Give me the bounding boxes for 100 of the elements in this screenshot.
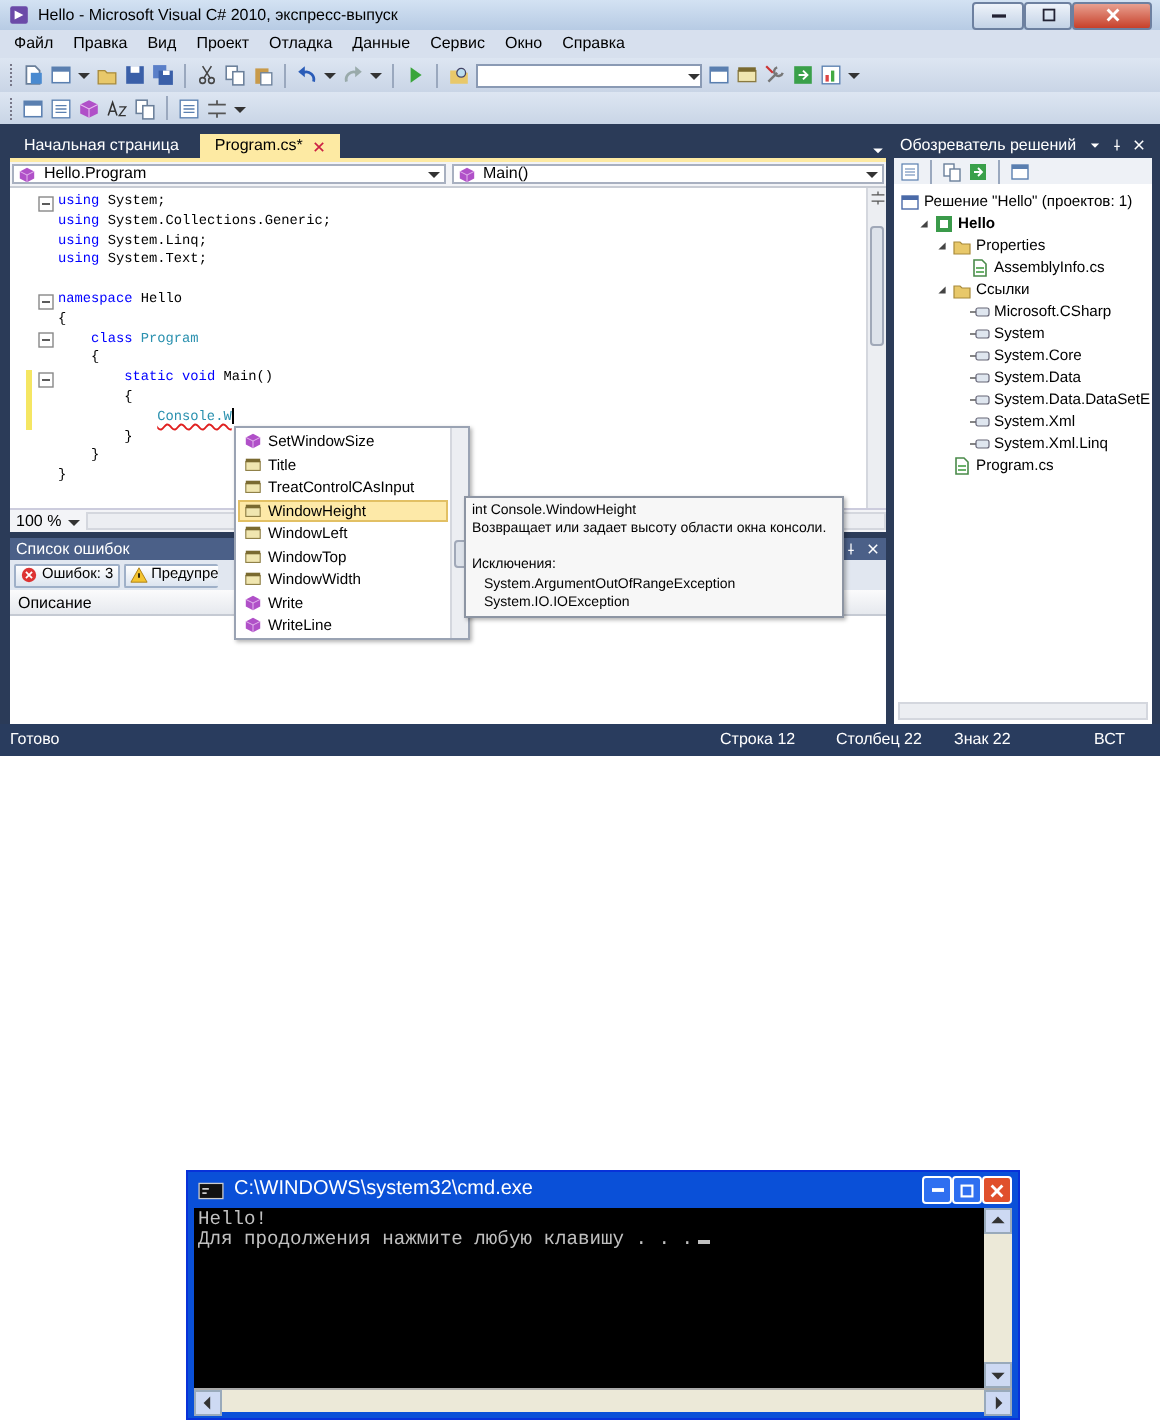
- maximize-button[interactable]: [1024, 1, 1072, 29]
- menu-item[interactable]: Справка: [562, 34, 625, 54]
- property-icon: [244, 570, 262, 589]
- member-dropdown[interactable]: Main(): [451, 164, 884, 184]
- reference-icon: [970, 345, 990, 365]
- tab[interactable]: Program.cs*: [200, 134, 341, 158]
- reference-icon: [970, 433, 990, 453]
- file-icon: [970, 257, 990, 277]
- folder-icon: [952, 235, 972, 255]
- close-icon: [988, 1181, 1006, 1199]
- horizontal-scrollbar[interactable]: [194, 1388, 1012, 1412]
- properties-icon[interactable]: [736, 64, 758, 86]
- collapse-icon[interactable]: [38, 195, 54, 212]
- type-dropdown[interactable]: Hello.Program: [12, 164, 445, 184]
- property-icon: [244, 501, 262, 520]
- warning-icon: [129, 566, 148, 584]
- solution-icon: [900, 191, 920, 211]
- panel-title: Список ошибок: [16, 539, 130, 559]
- folder-icon: [952, 279, 972, 299]
- find-in-files-icon[interactable]: [448, 64, 470, 86]
- file-icon: [952, 455, 972, 475]
- menu-item[interactable]: Правка: [73, 34, 128, 54]
- minimize-icon: [991, 13, 1005, 17]
- show-all-files-icon[interactable]: [942, 161, 962, 181]
- reference-icon: [970, 323, 990, 343]
- tools-icon[interactable]: [764, 64, 786, 86]
- font-size-icon[interactable]: [106, 97, 128, 119]
- comment-icon[interactable]: [178, 97, 200, 119]
- property-icon: [244, 547, 262, 566]
- collapse-icon[interactable]: [38, 332, 54, 349]
- copy-icon[interactable]: [134, 97, 156, 119]
- expanded-arrow-icon[interactable]: [936, 283, 948, 295]
- chart-icon[interactable]: [820, 64, 842, 86]
- window-icon[interactable]: [708, 64, 730, 86]
- menu-item[interactable]: Файл: [14, 34, 54, 54]
- reference-icon: [970, 389, 990, 409]
- status-message: Готово: [10, 730, 60, 750]
- window-title: C:\WINDOWS\system32\cmd.exe: [234, 1178, 533, 1202]
- console-output: Hello!: [198, 1210, 270, 1229]
- splitter-icon[interactable]: [869, 190, 885, 206]
- panel-title: Обозреватель решений: [900, 135, 1077, 155]
- vertical-scrollbar[interactable]: [866, 188, 886, 508]
- expanded-arrow-icon[interactable]: [918, 217, 930, 229]
- expanded-arrow-icon[interactable]: [936, 239, 948, 251]
- horizontal-scrollbar[interactable]: [898, 702, 1148, 720]
- text-cursor: [697, 1239, 710, 1243]
- vertical-scrollbar[interactable]: [984, 1208, 1012, 1388]
- minimize-button[interactable]: [972, 1, 1024, 29]
- collapse-icon[interactable]: [38, 293, 54, 310]
- property-icon: [244, 478, 262, 497]
- console-icon: [198, 1179, 224, 1201]
- undo-icon[interactable]: [296, 64, 318, 86]
- menu-item[interactable]: Проект: [196, 34, 250, 54]
- collapse-icon[interactable]: [38, 372, 54, 389]
- method-icon: [244, 593, 262, 612]
- pin-icon[interactable]: [844, 542, 858, 556]
- pin-icon[interactable]: [1110, 138, 1124, 152]
- window-icon[interactable]: [22, 97, 44, 119]
- reference-icon: [970, 411, 990, 431]
- menu-item[interactable]: Сервис: [430, 34, 485, 54]
- search-combo[interactable]: [476, 63, 702, 87]
- copy-icon[interactable]: [224, 64, 246, 86]
- properties-icon[interactable]: [900, 161, 920, 181]
- refresh-icon[interactable]: [968, 161, 988, 181]
- view-code-icon[interactable]: [1010, 161, 1030, 181]
- list-icon[interactable]: [50, 97, 72, 119]
- method-icon: [244, 432, 262, 451]
- new-project-icon[interactable]: [22, 64, 44, 86]
- error-icon: [20, 566, 38, 584]
- save-all-icon[interactable]: [152, 64, 174, 86]
- close-button[interactable]: [1072, 1, 1152, 29]
- method-icon: [457, 165, 475, 183]
- class-icon: [18, 165, 36, 183]
- add-item-icon[interactable]: [50, 64, 72, 86]
- menu-item[interactable]: Данные: [352, 34, 411, 54]
- tab[interactable]: Начальная страница: [10, 134, 193, 158]
- property-icon: [244, 524, 262, 543]
- console-output: Для продолжения нажмите любую клавишу . . .: [198, 1227, 694, 1249]
- char-indicator: Знак 22: [954, 730, 1013, 750]
- minimize-icon: [931, 1188, 943, 1192]
- maximize-icon: [1039, 6, 1057, 24]
- method-icon: [244, 616, 262, 635]
- menu-item[interactable]: Вид: [147, 34, 177, 54]
- paste-icon[interactable]: [252, 64, 274, 86]
- arrow-square-icon[interactable]: [792, 64, 814, 86]
- window-title: Hello - Microsoft Visual C# 2010, экспресс-выпуск: [38, 5, 398, 25]
- close-icon: [1103, 6, 1121, 24]
- maximize-icon: [958, 1181, 976, 1199]
- save-icon[interactable]: [124, 64, 146, 86]
- property-icon: [244, 455, 262, 474]
- reference-icon: [970, 301, 990, 321]
- reference-icon: [970, 367, 990, 387]
- zoom-level[interactable]: 100 %: [16, 511, 62, 531]
- dropdown-icon[interactable]: [1088, 138, 1102, 152]
- split-icon[interactable]: [206, 97, 228, 119]
- line-indicator: Строка 12: [720, 730, 798, 750]
- menu-item[interactable]: Окно: [504, 34, 543, 54]
- column-indicator: Столбец 22: [836, 730, 924, 750]
- cut-icon[interactable]: [196, 64, 218, 86]
- menu-item[interactable]: Отладка: [269, 34, 333, 54]
